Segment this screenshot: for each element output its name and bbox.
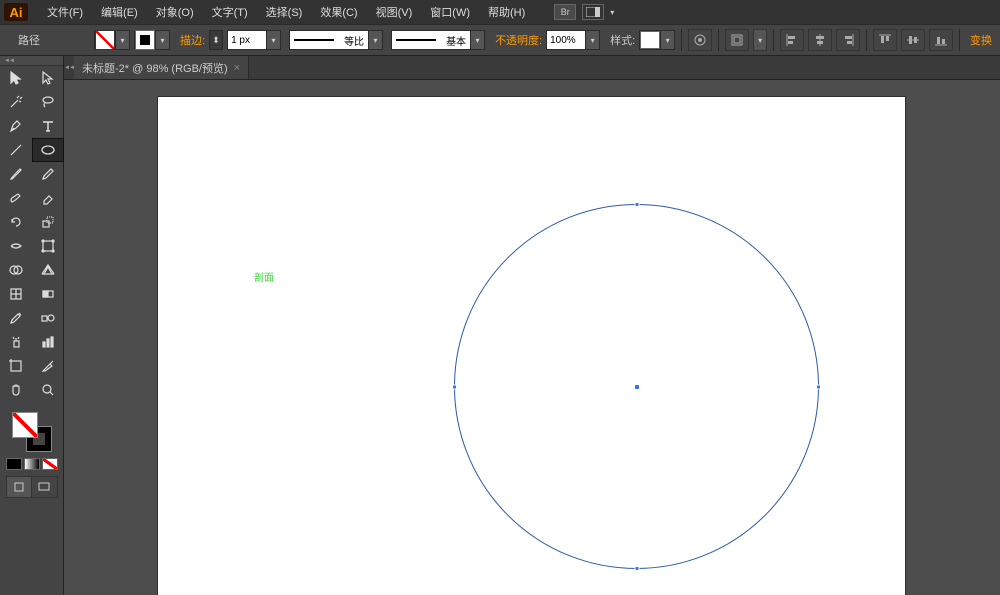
align-hcenter-icon[interactable] [808,29,832,51]
lasso-tool[interactable] [32,90,64,114]
anchor-point-left[interactable] [452,384,457,389]
type-tool[interactable] [32,114,64,138]
eyedropper-tool[interactable] [0,306,32,330]
stroke-label: 描边: [180,32,205,48]
draw-normal-icon[interactable] [7,477,32,497]
fill-stroke-indicator[interactable] [12,412,52,452]
scale-tool[interactable] [32,210,64,234]
align-right-icon[interactable] [836,29,860,51]
artboard: 剖面 [158,97,905,595]
menu-window[interactable]: 窗口(W) [421,1,479,23]
menu-view[interactable]: 视图(V) [367,1,422,23]
pencil-tool[interactable] [32,162,64,186]
menu-bar: Ai 文件(F) 编辑(E) 对象(O) 文字(T) 选择(S) 效果(C) 视… [0,0,1000,24]
fill-swatch[interactable] [94,30,130,50]
document-area: 未标题-2* @ 98% (RGB/预览) × 剖面 [64,56,1000,595]
variable-width-profile[interactable]: 等比 [289,30,383,50]
anchor-point-bottom[interactable] [634,566,639,571]
selection-tool[interactable] [0,66,32,90]
workspace-layout-button[interactable] [582,4,604,20]
slice-tool[interactable] [32,354,64,378]
ellipse-path[interactable] [454,204,819,569]
artboard-tool[interactable] [0,354,32,378]
pen-tool[interactable] [0,114,32,138]
fill-color-box[interactable] [12,412,38,438]
recolor-icon[interactable] [688,29,712,51]
blend-tool[interactable] [32,306,64,330]
app-logo: Ai [4,3,28,21]
menu-file[interactable]: 文件(F) [38,1,92,23]
brush-definition[interactable]: 基本 [391,30,485,50]
stroke-width-link[interactable]: ⬍ [209,30,223,50]
perspective-grid-tool[interactable] [32,258,64,282]
graphic-style[interactable] [639,30,675,50]
ellipse-tool[interactable] [32,138,64,162]
hand-tool[interactable] [0,378,32,402]
anchor-point-top[interactable] [634,202,639,207]
color-mode-solid[interactable] [6,458,22,470]
options-bar: 路径 描边: ⬍ 1 px 等比 基本 不透明度: 100% 样式: 变换 [0,24,1000,56]
toolbox [0,56,64,595]
menu-object[interactable]: 对象(O) [147,1,203,23]
gradient-tool[interactable] [32,282,64,306]
tabs-collapse-handle[interactable] [64,56,74,79]
shape-builder-tool[interactable] [0,258,32,282]
symbol-sprayer-tool[interactable] [0,330,32,354]
align-top-icon[interactable] [873,29,897,51]
zoom-tool[interactable] [32,378,64,402]
magic-wand-tool[interactable] [0,90,32,114]
blob-brush-tool[interactable] [0,186,32,210]
menu-edit[interactable]: 编辑(E) [92,1,147,23]
menu-effect[interactable]: 效果(C) [311,1,366,23]
selection-type-label: 路径 [18,32,40,48]
smart-guide-hint: 剖面 [254,269,274,284]
color-mode-none[interactable] [42,458,58,470]
screen-mode-icon[interactable] [32,477,57,497]
align-vcenter-icon[interactable] [901,29,925,51]
toolbox-collapse-handle[interactable] [0,56,63,66]
close-tab-icon[interactable]: × [234,62,240,74]
align-to-dropdown[interactable] [753,29,767,51]
document-tab[interactable]: 未标题-2* @ 98% (RGB/预览) × [74,56,249,79]
paintbrush-tool[interactable] [0,162,32,186]
stroke-swatch[interactable] [134,30,170,50]
menu-help[interactable]: 帮助(H) [479,1,534,23]
color-mode-gradient[interactable] [24,458,40,470]
center-point[interactable] [635,385,639,389]
opacity-input[interactable]: 100% [546,30,600,50]
menu-type[interactable]: 文字(T) [203,1,257,23]
direct-selection-tool[interactable] [32,66,64,90]
mesh-tool[interactable] [0,282,32,306]
document-tabs: 未标题-2* @ 98% (RGB/预览) × [64,56,1000,80]
document-tab-title: 未标题-2* @ 98% (RGB/预览) [82,60,228,76]
style-label: 样式: [610,32,635,48]
align-selection-icon[interactable] [725,29,749,51]
eraser-tool[interactable] [32,186,64,210]
rotate-tool[interactable] [0,210,32,234]
workspace-dropdown-icon[interactable]: ▾ [610,8,614,17]
align-left-icon[interactable] [780,29,804,51]
align-bottom-icon[interactable] [929,29,953,51]
menu-select[interactable]: 选择(S) [257,1,312,23]
line-tool[interactable] [0,138,32,162]
free-transform-tool[interactable] [32,234,64,258]
transform-link[interactable]: 变换 [970,32,992,48]
bridge-icon[interactable]: Br [554,4,576,20]
anchor-point-right[interactable] [816,384,821,389]
opacity-label: 不透明度: [495,32,542,48]
width-tool[interactable] [0,234,32,258]
canvas[interactable]: 剖面 [64,80,1000,595]
column-graph-tool[interactable] [32,330,64,354]
stroke-width-input[interactable]: 1 px [227,30,281,50]
